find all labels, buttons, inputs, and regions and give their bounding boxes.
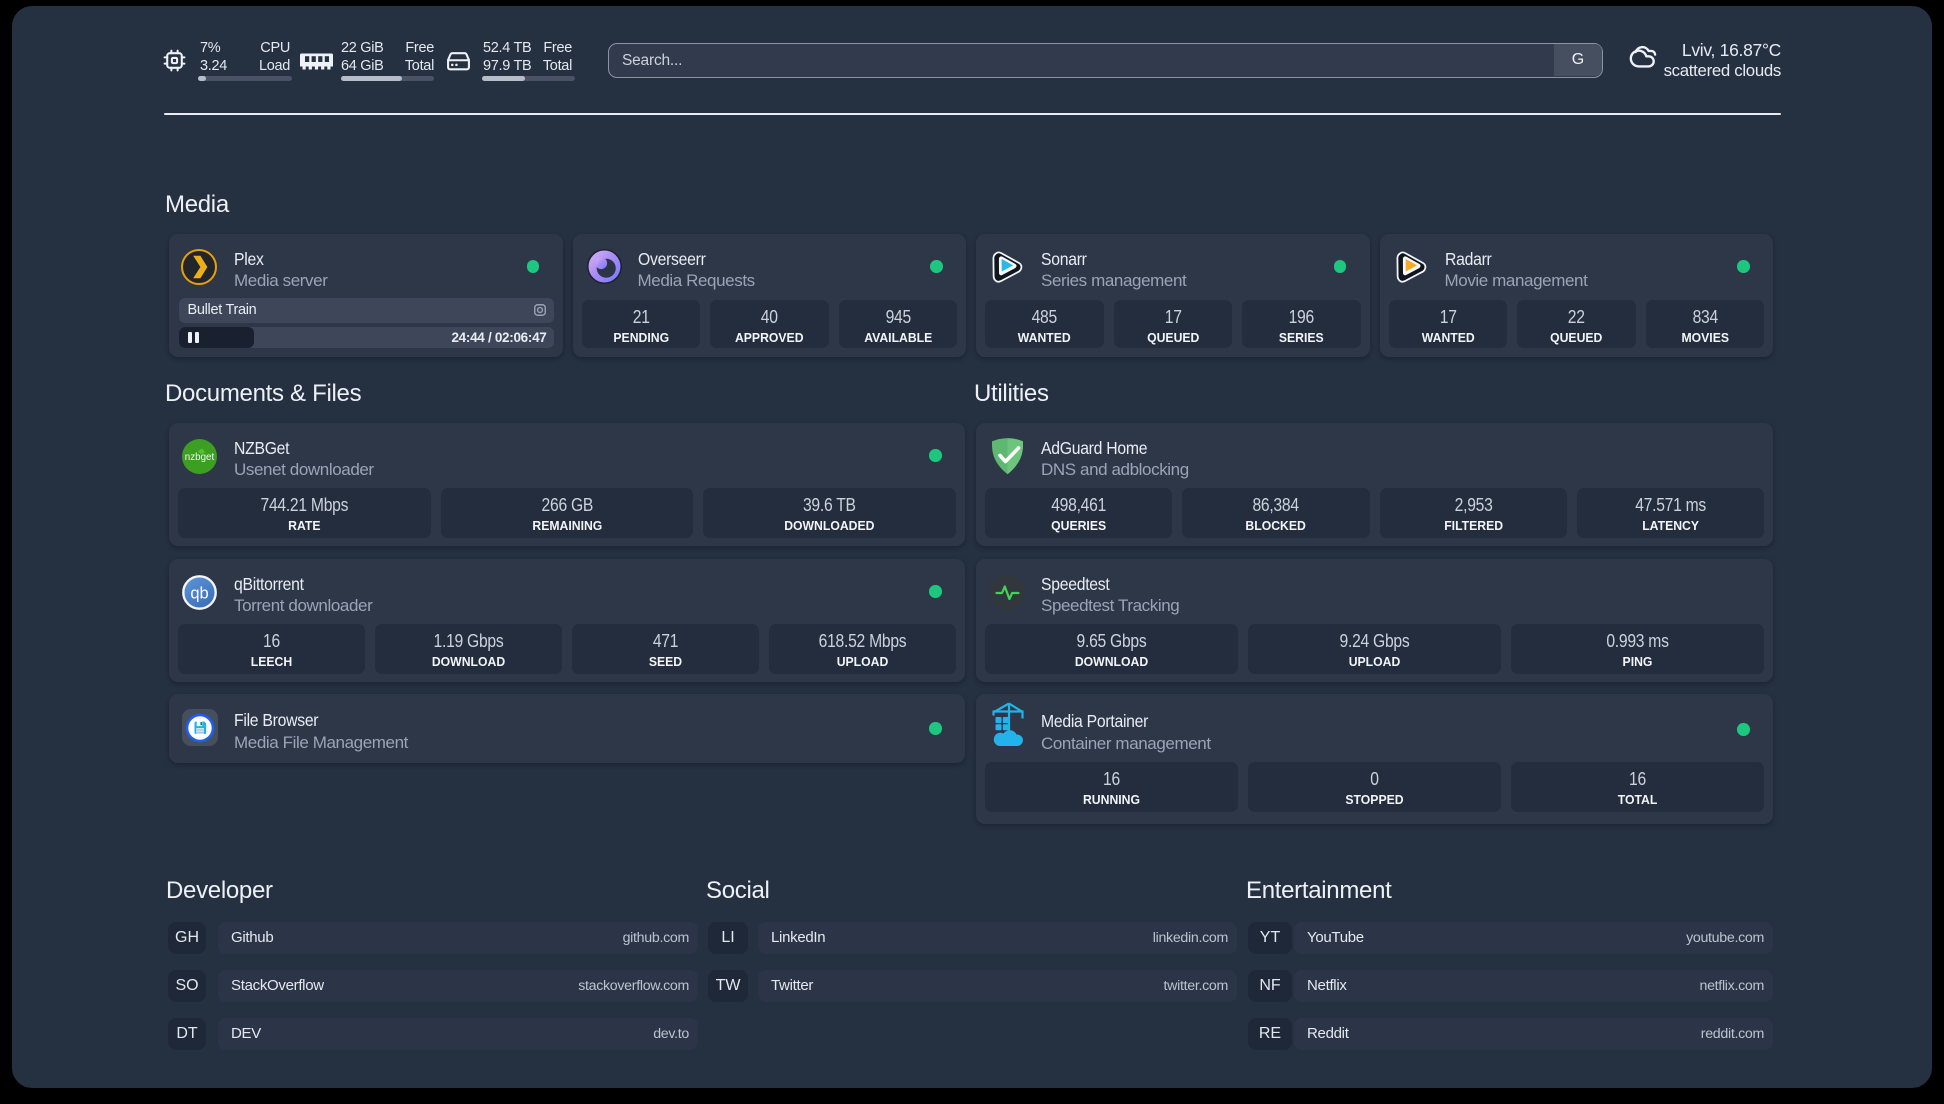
svg-text:qb: qb: [190, 585, 208, 603]
svg-text:nzbget: nzbget: [185, 452, 215, 463]
